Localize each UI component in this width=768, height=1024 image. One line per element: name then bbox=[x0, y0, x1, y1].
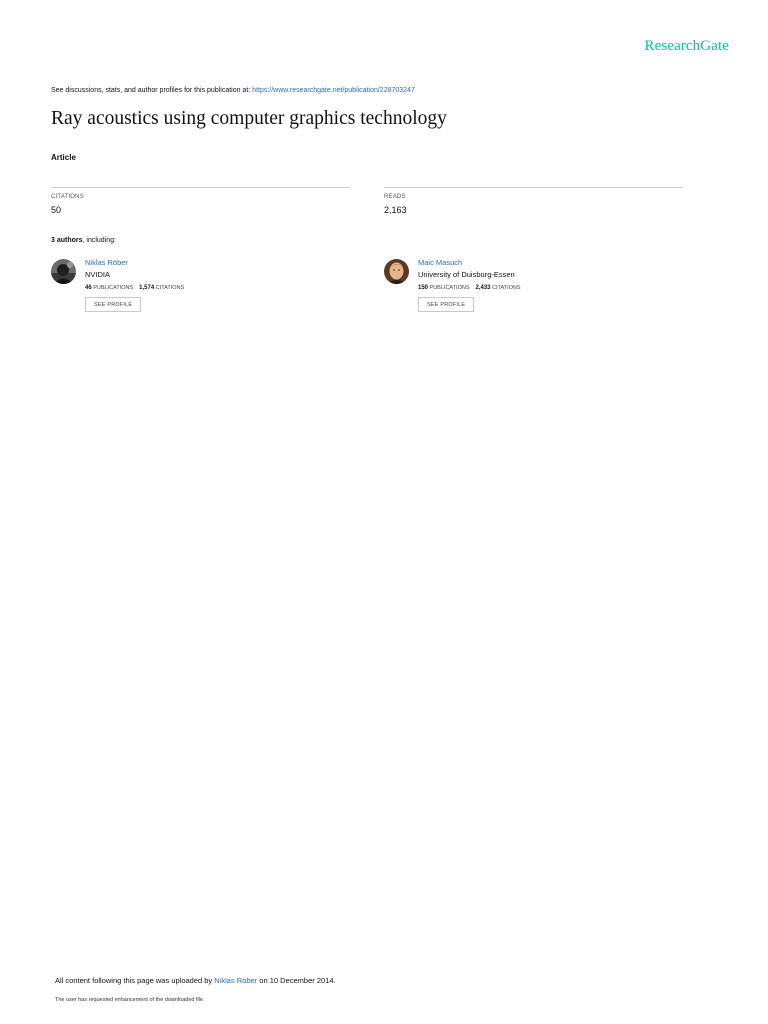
authors-heading-suffix: , including: bbox=[82, 237, 116, 244]
author-avatar[interactable] bbox=[384, 259, 409, 284]
publication-type: Article bbox=[51, 153, 76, 162]
author-info: Maic Masuch University of Duisburg-Essen… bbox=[418, 258, 521, 312]
author-citations-label: CITATIONS bbox=[155, 285, 185, 291]
author-institution: NVIDIA bbox=[85, 270, 111, 279]
author-publications-label: PUBLICATIONS bbox=[93, 285, 134, 291]
author-citations-label: CITATIONS bbox=[492, 285, 521, 291]
author-publications-count: 150 bbox=[418, 285, 429, 291]
author-publications-count: 46 bbox=[85, 285, 92, 291]
author-name-link[interactable]: Maic Masuch bbox=[418, 258, 521, 267]
upload-suffix: on 10 December 2014. bbox=[257, 976, 336, 985]
author-publications-label: PUBLICATIONS bbox=[429, 285, 470, 291]
discussion-line: See discussions, stats, and author profi… bbox=[51, 87, 415, 94]
citations-value: 50 bbox=[51, 205, 62, 215]
reads-value: 2,163 bbox=[384, 205, 407, 215]
author-name-link[interactable]: Niklas Röber bbox=[85, 258, 184, 267]
author-stats: 46 PUBLICATIONS 1,574 CITATIONS bbox=[85, 284, 184, 292]
author-card: Niklas Röber NVIDIA 46 PUBLICATIONS 1,574… bbox=[51, 258, 351, 328]
upload-notice: All content following this page was uplo… bbox=[55, 976, 336, 985]
publication-url-link[interactable]: https://www.researchgate.net/publication… bbox=[252, 87, 415, 94]
see-profile-button[interactable]: SEE PROFILE bbox=[85, 297, 142, 312]
see-profile-button[interactable]: SEE PROFILE bbox=[418, 297, 475, 312]
researchgate-logo[interactable]: ResearchGate bbox=[645, 38, 729, 55]
discussion-prefix: See discussions, stats, and author profi… bbox=[51, 87, 253, 94]
author-stats: 150 PUBLICATIONS 2,433 CITATIONS bbox=[418, 284, 521, 292]
upload-prefix: All content following this page was uplo… bbox=[55, 976, 215, 985]
citations-label: CITATIONS bbox=[51, 194, 84, 200]
reads-stat: READS 2,163 bbox=[384, 187, 683, 215]
authors-count: 3 authors bbox=[51, 237, 83, 244]
author-card: Maic Masuch University of Duisburg-Essen… bbox=[384, 258, 684, 328]
author-avatar[interactable] bbox=[51, 259, 76, 284]
citations-stat: CITATIONS 50 bbox=[51, 187, 350, 215]
author-citations-count: 2,433 bbox=[475, 285, 491, 291]
uploader-link[interactable]: Niklas Röber bbox=[214, 976, 257, 985]
publication-title: Ray acoustics using computer graphics te… bbox=[51, 108, 447, 129]
enhancement-note: The user has requested enhancement of th… bbox=[55, 997, 205, 1003]
author-institution: University of Duisburg-Essen bbox=[418, 270, 515, 279]
authors-heading: 3 authors, including: bbox=[51, 237, 116, 244]
author-citations-count: 1,574 bbox=[139, 285, 155, 291]
author-info: Niklas Röber NVIDIA 46 PUBLICATIONS 1,574… bbox=[85, 258, 184, 312]
reads-label: READS bbox=[384, 194, 406, 200]
